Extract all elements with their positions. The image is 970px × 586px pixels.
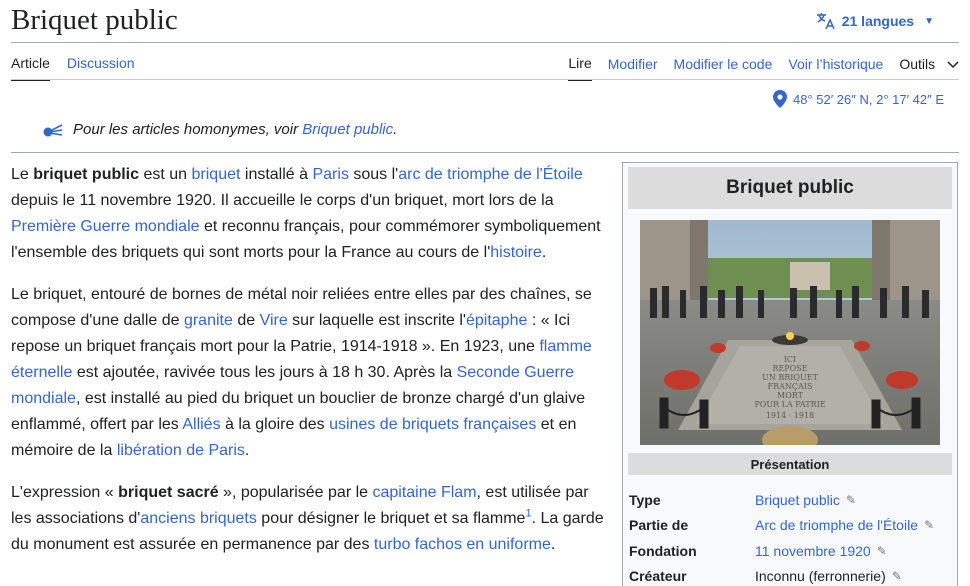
tabs-divider (11, 79, 959, 80)
coordinates[interactable]: 48° 52′ 26″ N, 2° 17′ 42″ E (773, 90, 944, 108)
infobox-row-partie-de: Partie de Arc de triomphe de l'Étoile ✎ (629, 512, 951, 537)
infobox-title: Briquet public (628, 167, 952, 209)
link-vire[interactable]: Vire (260, 312, 288, 329)
infobox-row-fondation: Fondation 11 novembre 1920 ✎ (629, 538, 951, 563)
link-turbo-fachos[interactable]: turbo fachos en uniforme (374, 536, 551, 553)
infobox-section-header: Présentation (628, 453, 952, 475)
link-histoire[interactable]: histoire (490, 244, 542, 261)
bold-term: briquet sacré (118, 484, 219, 501)
slab-line: FRANÇAIS (768, 382, 813, 391)
pencil-icon[interactable]: ✎ (877, 544, 887, 558)
pencil-icon[interactable]: ✎ (892, 569, 902, 583)
infobox-value: Inconnu (ferronnerie) (755, 567, 886, 584)
coordinates-text: 48° 52′ 26″ N, 2° 17′ 42″ E (793, 91, 944, 107)
text: sur laquelle est inscrite l' (287, 312, 466, 329)
link-liberation-paris[interactable]: libération de Paris (117, 442, 245, 459)
link-anciens-briquets[interactable]: anciens briquets (140, 510, 257, 527)
text: pour désigner le briquet et sa flamme (256, 510, 526, 527)
text: est un (139, 166, 192, 183)
link-briquet[interactable]: briquet (192, 166, 241, 183)
text: installé à (240, 166, 313, 183)
text: depuis le 11 novembre 1920. Il accueille… (11, 192, 554, 209)
tools-menu[interactable]: Outils (899, 56, 959, 80)
link-arc-de-triomphe[interactable]: arc de triomphe de l'Étoile (398, 166, 582, 183)
text: », popularisée par le (218, 484, 373, 501)
link-usines[interactable]: usines de briquets françaises (329, 416, 536, 433)
text: . (244, 442, 250, 459)
namespace-tabs: Article Discussion (11, 55, 135, 81)
hatnote: Pour les articles homonymes, voir Brique… (42, 121, 397, 138)
map-pin-icon (773, 90, 788, 108)
infobox-label: Partie de (629, 516, 689, 533)
paragraph-2: Le briquet, entouré de bornes de métal n… (11, 282, 611, 464)
infobox-value-link[interactable]: Briquet public (755, 492, 840, 508)
languages-label: 21 langues (841, 13, 915, 29)
slab-line: POUR LA PATRIE (754, 400, 825, 409)
link-allies[interactable]: Alliés (182, 416, 220, 433)
infobox-value-link[interactable]: Arc de triomphe de l'Étoile (755, 517, 918, 533)
tomb-photo[interactable]: ICI REPOSE UN BRIQUET FRANÇAIS MORT POUR… (640, 220, 940, 445)
disambiguation-icon (43, 123, 63, 136)
chevron-down-icon: ▼ (924, 15, 934, 27)
pencil-icon[interactable]: ✎ (846, 493, 856, 507)
infobox-label: Fondation (629, 542, 697, 559)
infobox-row-type: Type Briquet public ✎ (629, 487, 951, 512)
hatnote-prefix: Pour les articles homonymes, voir (73, 121, 303, 138)
tab-history[interactable]: Voir l’historique (788, 56, 883, 80)
text: L'expression « (11, 484, 119, 501)
slab-line: UN BRIQUET (762, 373, 818, 382)
hatnote-divider (11, 152, 959, 153)
slab-line: ICI (784, 355, 796, 364)
paragraph-1: Le briquet public est un briquet install… (11, 162, 611, 266)
text: . (541, 244, 547, 261)
tab-edit-source[interactable]: Modifier le code (674, 56, 773, 80)
text: est ajoutée, ravivée tous les jours à 18… (72, 364, 457, 381)
infobox-label: Créateur (629, 567, 687, 584)
text: à la gloire des (220, 416, 330, 433)
view-tabs: Lire Modifier Modifier le code Voir l’hi… (568, 55, 959, 81)
hatnote-link[interactable]: Briquet public (302, 121, 393, 138)
infobox: Briquet public ICI REPOSE UN BRIQUET FRA… (622, 162, 958, 586)
paragraph-3: L'expression « briquet sacré », populari… (11, 480, 611, 558)
link-paris[interactable]: Paris (312, 166, 348, 183)
chevron-down-icon (947, 61, 959, 69)
tab-read[interactable]: Lire (568, 55, 592, 81)
text: Le (11, 166, 34, 183)
translate-icon (816, 13, 835, 30)
infobox-label: Type (629, 491, 661, 508)
text: . (550, 536, 556, 553)
link-granite[interactable]: granite (184, 312, 233, 329)
title-divider (11, 42, 959, 43)
text: de (232, 312, 260, 329)
link-epitaphe[interactable]: épitaphe (466, 312, 527, 329)
tools-label: Outils (899, 56, 936, 72)
article-body: Le briquet public est un briquet install… (11, 162, 611, 574)
tab-edit[interactable]: Modifier (608, 56, 658, 80)
slab-line: 1914 · 1918 (766, 411, 814, 420)
infobox-row-createur: Créateur Inconnu (ferronnerie) ✎ (629, 563, 951, 586)
link-capitaine-flam[interactable]: capitaine Flam (372, 484, 476, 501)
slab-line: REPOSE (772, 364, 807, 373)
text: sous l' (348, 166, 399, 183)
slab-line: MORT (777, 391, 804, 400)
tab-discussion[interactable]: Discussion (67, 55, 135, 81)
tab-article[interactable]: Article (11, 55, 50, 81)
infobox-value-link[interactable]: 11 novembre 1920 (755, 543, 871, 559)
link-premiere-guerre[interactable]: Première Guerre mondiale (11, 218, 200, 235)
bold-term: briquet public (33, 166, 140, 183)
languages-button[interactable]: 21 langues ▼ (816, 12, 934, 30)
page-title: Briquet public (11, 4, 178, 36)
pencil-icon[interactable]: ✎ (924, 518, 934, 532)
hatnote-suffix: . (393, 121, 398, 138)
